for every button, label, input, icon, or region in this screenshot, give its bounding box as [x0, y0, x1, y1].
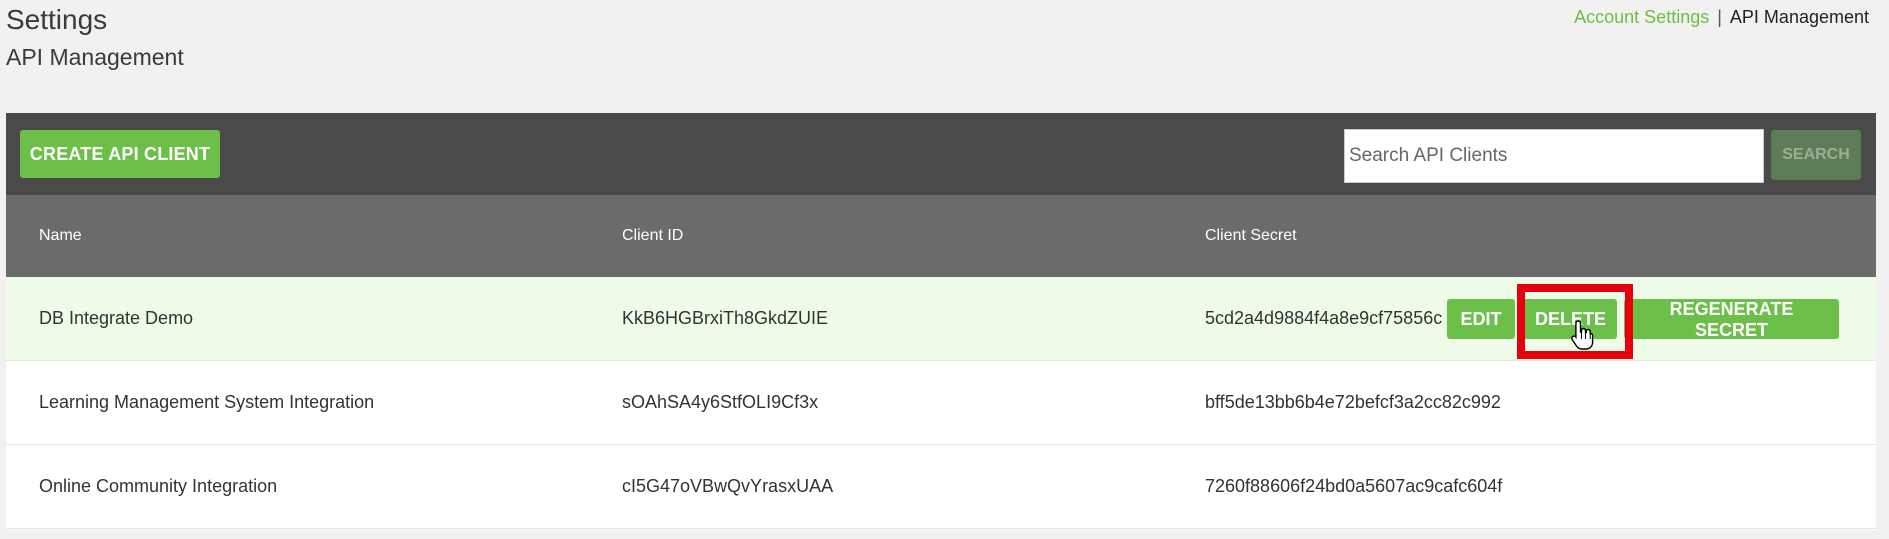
table-row[interactable]: Online Community Integration cI5G47oVBwQ… [6, 445, 1876, 529]
column-header-client-secret[interactable]: Client Secret [1172, 227, 1876, 245]
breadcrumb: Account Settings | API Management [1574, 7, 1869, 28]
table-row[interactable]: DB Integrate Demo KkB6HGBrxiTh8GkdZUIE 5… [6, 277, 1876, 361]
cell-name: Online Community Integration [39, 476, 278, 496]
page-subtitle: API Management [6, 44, 184, 70]
search-input[interactable] [1344, 129, 1764, 183]
row-actions: EDIT DELETE REGENERATE SECRET [1447, 299, 1839, 340]
column-header-client-id[interactable]: Client ID [589, 227, 1172, 245]
breadcrumb-separator: | [1717, 7, 1722, 27]
cell-client-id: KkB6HGBrxiTh8GkdZUIE [622, 308, 829, 328]
cell-name: DB Integrate Demo [39, 308, 194, 328]
page-title: Settings [6, 4, 108, 35]
table-header: Name Client ID Client Secret [6, 195, 1876, 277]
cell-client-id: sOAhSA4y6StfOLI9Cf3x [622, 392, 819, 412]
edit-button[interactable]: EDIT [1447, 299, 1515, 339]
column-header-name[interactable]: Name [6, 227, 589, 245]
cell-client-secret: bff5de13bb6b4e72befcf3a2cc82c992 [1205, 392, 1501, 412]
cell-client-id: cI5G47oVBwQvYrasxUAA [622, 476, 834, 496]
toolbar: CREATE API CLIENT SEARCH [6, 113, 1876, 195]
table-row[interactable]: Learning Management System Integration s… [6, 361, 1876, 445]
cell-name: Learning Management System Integration [39, 392, 375, 412]
page: Settings API Management Account Settings… [0, 0, 1889, 539]
regenerate-secret-button[interactable]: REGENERATE SECRET [1624, 299, 1839, 340]
create-api-client-button[interactable]: CREATE API CLIENT [20, 130, 220, 178]
search-button[interactable]: SEARCH [1771, 130, 1861, 180]
hand-pointer-icon [1571, 320, 1594, 350]
breadcrumb-current: API Management [1729, 7, 1869, 27]
api-clients-panel: CREATE API CLIENT SEARCH Name Client ID … [6, 113, 1876, 530]
breadcrumb-account-settings[interactable]: Account Settings [1574, 7, 1709, 28]
cell-client-secret: 7260f88606f24bd0a5607ac9cafc604f [1205, 476, 1503, 496]
